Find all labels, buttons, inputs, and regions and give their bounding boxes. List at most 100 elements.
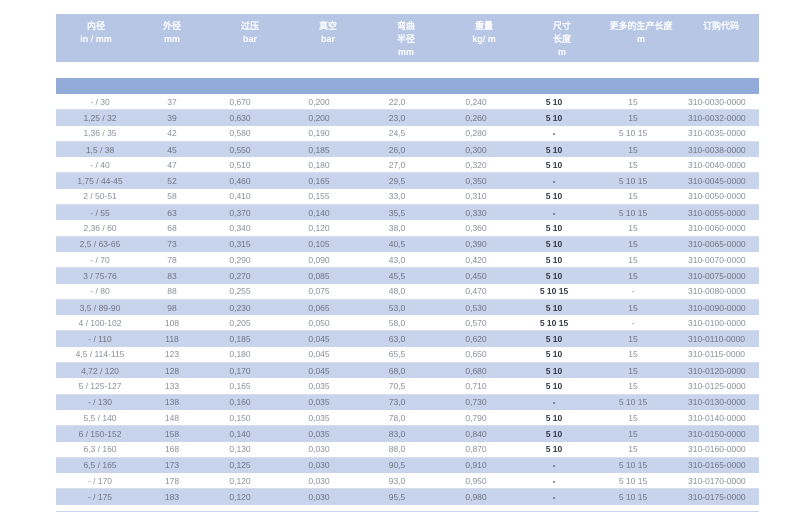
cell-outer-diameter: 183	[144, 488, 200, 505]
cell-size-length: 5 10	[516, 267, 592, 284]
cell-more-lengths: -	[592, 315, 674, 332]
cell-outer-diameter: 83	[144, 267, 200, 284]
cell-inner-diameter: 4,72 / 120	[56, 362, 144, 379]
cell-overpressure: 0,510	[200, 157, 280, 174]
header-line: mm	[163, 34, 180, 44]
cell-more-lengths: 5 10 15	[592, 172, 674, 189]
cell-bend-radius: 95,5	[358, 488, 436, 505]
cell-weight: 0,950	[436, 473, 516, 490]
cell-vacuum: 0,030	[280, 488, 358, 505]
cell-inner-diameter: 6,5 / 165	[56, 457, 144, 474]
cell-weight: 0,790	[436, 409, 516, 427]
cell-outer-diameter: 73	[144, 236, 200, 252]
cell-size-length: 5 10	[516, 157, 592, 174]
header-line: kg/ m	[472, 34, 496, 44]
cell-more-lengths: 15	[592, 267, 674, 284]
header-line: 尺寸	[552, 21, 571, 31]
cell-overpressure: 0,120	[200, 473, 280, 490]
cell-bend-radius: 38,0	[358, 220, 436, 237]
cell-more-lengths: 15	[592, 141, 674, 158]
cell-more-lengths: 15	[592, 188, 674, 206]
cell-overpressure: 0,185	[200, 330, 280, 347]
cell-outer-diameter: 42	[144, 125, 200, 142]
cell-vacuum: 0,045	[280, 346, 358, 364]
cell-overpressure: 0,205	[200, 315, 280, 332]
cell-more-lengths: 15	[592, 346, 674, 364]
table-row: - / 70 78 0,290 0,090 43,0 0,420 5 10 15 310-007…	[56, 251, 759, 269]
table-row: 1,36 / 35 42 0,580 0,190 24,5 0,280-5 10 15 31…	[56, 125, 759, 142]
cell-order-code: 310-0035-0000	[674, 125, 759, 142]
table-row: - / 170 178 0,120 0,030 93,0 0,950-5 10 15 310…	[56, 473, 759, 490]
header-line: 长度	[552, 34, 571, 44]
cell-vacuum: 0,030	[280, 457, 358, 474]
cell-overpressure: 0,410	[200, 188, 280, 206]
header-line: 真空	[318, 21, 337, 31]
cell-size-length: 5 10	[516, 141, 592, 158]
cell-weight: 0,360	[436, 220, 516, 237]
table-header: 内径 in / mm 外径 mm 过压 bar 真空 bar 弯曲 半径 mm …	[56, 14, 759, 62]
table-row: 4 / 100-102 108 0,205 0,050 58,0 0,570 5 10 15…	[56, 315, 759, 332]
cell-more-lengths: 15	[592, 236, 674, 252]
cell-outer-diameter: 128	[144, 362, 200, 379]
table-row: - / 55 63 0,370 0,140 35,5 0,330-5 10 15 310-0…	[56, 204, 759, 221]
cell-bend-radius: 45,5	[358, 267, 436, 284]
cell-more-lengths: 5 10 15	[592, 488, 674, 505]
cell-order-code: 310-0130-0000	[674, 394, 759, 410]
cell-more-lengths: 15	[592, 109, 674, 126]
cell-size-length: -	[516, 473, 592, 490]
cell-overpressure: 0,170	[200, 362, 280, 379]
cell-vacuum: 0,090	[280, 251, 358, 269]
cell-more-lengths: 5 10 15	[592, 204, 674, 221]
table-row: 3,5 / 89-90 98 0,230 0,065 53,0 0,530 5 10 15 31…	[56, 299, 759, 316]
cell-order-code: 310-0165-0000	[674, 457, 759, 474]
cell-more-lengths: 15	[592, 220, 674, 237]
cell-weight: 0,280	[436, 125, 516, 142]
header-outer-diameter: 外径 mm	[140, 20, 204, 46]
cell-outer-diameter: 37	[144, 94, 200, 111]
cell-bend-radius: 78,0	[358, 409, 436, 427]
cell-bend-radius: 83,0	[358, 425, 436, 442]
cell-bend-radius: 90,5	[358, 457, 436, 474]
cell-outer-diameter: 168	[144, 441, 200, 458]
cell-size-length: 5 10	[516, 378, 592, 395]
cell-size-length: 5 10 15	[516, 283, 592, 300]
cell-weight: 0,840	[436, 425, 516, 442]
cell-more-lengths: 15	[592, 378, 674, 395]
header-vacuum: 真空 bar	[296, 20, 360, 46]
cell-size-length: 5 10	[516, 236, 592, 252]
cell-more-lengths: 15	[592, 94, 674, 111]
cell-vacuum: 0,140	[280, 204, 358, 221]
cell-vacuum: 0,105	[280, 236, 358, 252]
cell-outer-diameter: 58	[144, 188, 200, 206]
cell-inner-diameter: - / 170	[56, 473, 144, 490]
cell-outer-diameter: 138	[144, 394, 200, 410]
header-line: 订购代码	[702, 21, 739, 31]
cell-size-length: 5 10	[516, 188, 592, 206]
cell-size-length: 5 10	[516, 330, 592, 347]
cell-order-code: 310-0030-0000	[674, 94, 759, 111]
cell-bend-radius: 70,5	[358, 378, 436, 395]
cell-more-lengths: 15	[592, 157, 674, 174]
cell-bend-radius: 58,0	[358, 315, 436, 332]
cell-weight: 0,870	[436, 441, 516, 458]
cell-vacuum: 0,185	[280, 141, 358, 158]
cell-outer-diameter: 178	[144, 473, 200, 490]
header-line: 外径	[162, 21, 181, 31]
cell-inner-diameter: 4 / 100-102	[56, 315, 144, 332]
cell-vacuum: 0,035	[280, 394, 358, 410]
cell-inner-diameter: 1,36 / 35	[56, 125, 144, 142]
cell-inner-diameter: 6,3 / 160	[56, 441, 144, 458]
cell-outer-diameter: 123	[144, 346, 200, 364]
cell-vacuum: 0,035	[280, 409, 358, 427]
cell-more-lengths: -	[592, 283, 674, 300]
cell-more-lengths: 15	[592, 299, 674, 316]
cell-outer-diameter: 78	[144, 251, 200, 269]
cell-bend-radius: 53,0	[358, 299, 436, 316]
header-line: bar	[320, 34, 335, 44]
cell-size-length: 5 10	[516, 94, 592, 111]
cell-weight: 0,620	[436, 330, 516, 347]
cell-size-length: -	[516, 394, 592, 410]
cell-outer-diameter: 45	[144, 141, 200, 158]
header-line: m	[636, 34, 645, 44]
cell-overpressure: 0,150	[200, 409, 280, 427]
